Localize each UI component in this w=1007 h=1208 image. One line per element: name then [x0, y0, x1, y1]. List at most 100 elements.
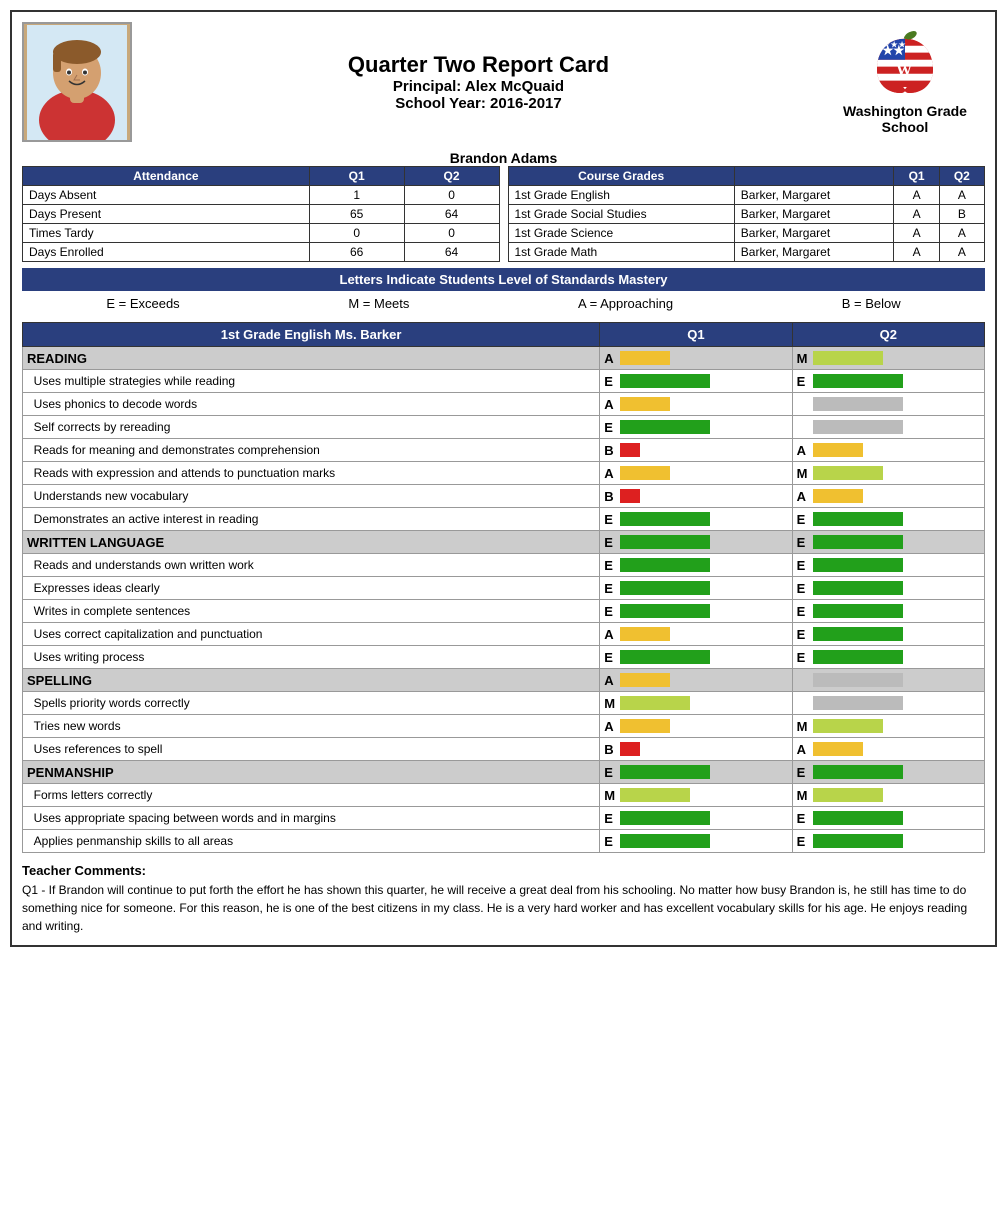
svg-text:★★★: ★★★ [882, 39, 906, 49]
skills-item-row: Applies penmanship skills to all areas E… [23, 830, 985, 853]
skill-label: Uses writing process [23, 646, 600, 669]
course-q1-header: Q1 [894, 167, 939, 186]
grade-cell: M [600, 692, 792, 715]
grade-cell: B [600, 485, 792, 508]
category-name: WRITTEN LANGUAGE [23, 531, 600, 554]
grade-cell [792, 393, 984, 416]
skills-item-row: Demonstrates an active interest in readi… [23, 508, 985, 531]
grade-cell: M [792, 715, 984, 738]
skills-q2-header: Q2 [792, 323, 984, 347]
skills-item-row: Spells priority words correctly M [23, 692, 985, 715]
skills-item-row: Uses appropriate spacing between words a… [23, 807, 985, 830]
skill-label: Self corrects by rereading [23, 416, 600, 439]
course-grades-header: Course Grades [508, 167, 734, 186]
attendance-label: Days Present [23, 205, 310, 224]
grade-cell: E [792, 370, 984, 393]
course-q2-header: Q2 [939, 167, 984, 186]
comments-title: Teacher Comments: [22, 863, 146, 878]
skills-item-row: Forms letters correctly M M [23, 784, 985, 807]
course-q2: B [939, 205, 984, 224]
grade-cell: A [600, 393, 792, 416]
grade-cell: E [600, 830, 792, 853]
skills-item-row: Reads and understands own written work E… [23, 554, 985, 577]
grade-cell: E [600, 554, 792, 577]
course-q2: A [939, 186, 984, 205]
grade-cell: A [600, 669, 792, 692]
skill-label: Uses multiple strategies while reading [23, 370, 600, 393]
skill-label: Applies penmanship skills to all areas [23, 830, 600, 853]
attendance-row: Times Tardy 0 0 [23, 224, 500, 243]
course-row: 1st Grade Social Studies Barker, Margare… [508, 205, 985, 224]
skill-label: Expresses ideas clearly [23, 577, 600, 600]
attendance-table: Attendance Q1 Q2 Days Absent 1 0 Days Pr… [22, 166, 500, 262]
attendance-q1-value: 1 [309, 186, 404, 205]
skill-label: Reads with expression and attends to pun… [23, 462, 600, 485]
grade-cell: E [792, 554, 984, 577]
school-name: Washington Grade School [825, 103, 985, 135]
school-logo: ★★ ★★★ W [870, 30, 940, 100]
attendance-q2-value: 0 [404, 186, 499, 205]
category-name: READING [23, 347, 600, 370]
skills-table: 1st Grade English Ms. Barker Q1 Q2 READI… [22, 322, 985, 853]
comments-text: Q1 - If Brandon will continue to put for… [22, 883, 967, 933]
grade-cell: E [792, 807, 984, 830]
skill-label: Demonstrates an active interest in readi… [23, 508, 600, 531]
grade-cell: M [792, 462, 984, 485]
grade-cell: A [600, 347, 792, 370]
course-name: 1st Grade Social Studies [508, 205, 734, 224]
grade-cell: E [600, 370, 792, 393]
student-photo-image [27, 25, 127, 140]
course-teacher-header [734, 167, 894, 186]
legend-header: Letters Indicate Students Level of Stand… [22, 268, 985, 291]
grade-cell: E [600, 600, 792, 623]
grade-cell [792, 692, 984, 715]
course-q2: A [939, 243, 984, 262]
skill-label: Uses appropriate spacing between words a… [23, 807, 600, 830]
grade-cell [792, 669, 984, 692]
skills-item-row: Writes in complete sentences E E [23, 600, 985, 623]
grade-cell: E [792, 577, 984, 600]
principal-label: Principal: Alex McQuaid [132, 78, 825, 95]
grade-cell: E [792, 508, 984, 531]
report-card-page: Quarter Two Report Card Principal: Alex … [10, 10, 997, 947]
attendance-q1-header: Q1 [309, 167, 404, 186]
skills-item-row: Uses references to spell B A [23, 738, 985, 761]
skill-label: Uses correct capitalization and punctuat… [23, 623, 600, 646]
attendance-header: Attendance [23, 167, 310, 186]
skills-q1-header: Q1 [600, 323, 792, 347]
attendance-q1-value: 65 [309, 205, 404, 224]
header-center: Quarter Two Report Card Principal: Alex … [132, 52, 825, 112]
course-q2: A [939, 224, 984, 243]
course-name: 1st Grade Math [508, 243, 734, 262]
header: Quarter Two Report Card Principal: Alex … [22, 22, 985, 142]
grade-cell: E [792, 600, 984, 623]
attendance-label: Times Tardy [23, 224, 310, 243]
course-teacher: Barker, Margaret [734, 224, 894, 243]
course-teacher: Barker, Margaret [734, 205, 894, 224]
course-row: 1st Grade Science Barker, Margaret A A [508, 224, 985, 243]
attendance-row: Days Present 65 64 [23, 205, 500, 224]
legend-item: E = Exceeds [106, 296, 179, 311]
grade-cell: E [600, 508, 792, 531]
attendance-row: Days Absent 1 0 [23, 186, 500, 205]
skill-label: Reads for meaning and demonstrates compr… [23, 439, 600, 462]
attendance-label: Days Absent [23, 186, 310, 205]
student-name: Brandon Adams [22, 150, 985, 166]
grade-cell: E [600, 807, 792, 830]
skills-item-row: Reads with expression and attends to pun… [23, 462, 985, 485]
report-title: Quarter Two Report Card [132, 52, 825, 78]
grade-cell: M [600, 784, 792, 807]
course-q1: A [894, 186, 939, 205]
grade-cell: E [792, 830, 984, 853]
skill-label: Spells priority words correctly [23, 692, 600, 715]
course-teacher: Barker, Margaret [734, 243, 894, 262]
attendance-q2-value: 0 [404, 224, 499, 243]
grade-cell: A [792, 439, 984, 462]
category-name: PENMANSHIP [23, 761, 600, 784]
skills-item-row: Uses phonics to decode words A [23, 393, 985, 416]
grade-cell: E [792, 623, 984, 646]
legend-row: E = ExceedsM = MeetsA = ApproachingB = B… [22, 293, 985, 314]
skill-label: Writes in complete sentences [23, 600, 600, 623]
skills-category-row: WRITTEN LANGUAGE E E [23, 531, 985, 554]
legend: Letters Indicate Students Level of Stand… [22, 268, 985, 314]
